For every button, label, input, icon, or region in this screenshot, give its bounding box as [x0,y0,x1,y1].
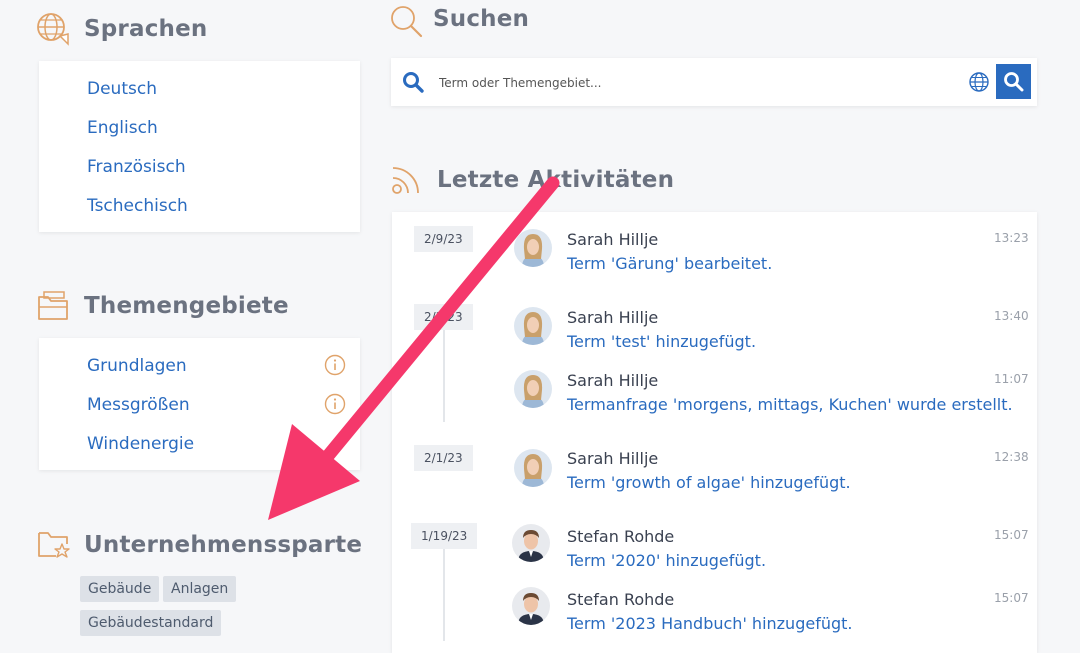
avatar[interactable] [514,229,552,267]
activities-card: 2/9/23 2/3/23 2/1/23 1/19/23 Sarah Hillj… [392,212,1037,653]
search-icon [391,6,423,38]
division-title: Unternehmenssparte [84,532,363,558]
topic-item-messgroessen[interactable]: Messgrößen [87,395,190,415]
activity-user: Sarah Hillje [567,230,659,249]
search-icon [1004,72,1024,92]
tag-gebaeude[interactable]: Gebäude [80,576,160,602]
topics-card: Grundlagen Messgrößen Windenergie [39,338,360,470]
activity-link[interactable]: Term 'growth of algae' hinzugefügt. [567,473,851,492]
language-item-deutsch[interactable]: Deutsch [87,79,157,99]
search-icon [403,72,424,93]
topic-item-grundlagen[interactable]: Grundlagen [87,356,187,376]
activities-title: Letzte Aktivitäten [437,167,675,193]
search-title: Suchen [433,6,530,32]
info-icon[interactable] [324,354,346,376]
avatar[interactable] [514,449,552,487]
languages-card: Deutsch Englisch Französisch Tschechisch [39,61,360,232]
globe-chat-icon [37,13,69,46]
timeline-line [443,549,445,641]
date-badge: 2/9/23 [414,226,473,252]
activity-link[interactable]: Term 'Gärung' bearbeitet. [567,254,772,273]
activity-user: Sarah Hillje [567,371,659,390]
activity-link[interactable]: Term '2020' hinzugefügt. [567,551,766,570]
avatar[interactable] [512,587,550,625]
avatar[interactable] [514,370,552,408]
rss-icon [392,167,419,194]
topic-item-windenergie[interactable]: Windenergie [87,434,194,454]
date-badge: 2/1/23 [414,445,473,471]
activity-link[interactable]: Term '2023 Handbuch' hinzugefügt. [567,614,852,633]
topics-title: Themengebiete [84,293,289,319]
activity-time: 15:07 [994,528,1029,542]
activity-user: Sarah Hillje [567,449,659,468]
timeline-line [443,330,445,422]
search-bar [391,58,1037,106]
folder-star-icon [38,532,70,558]
date-badge: 2/3/23 [414,304,473,330]
activity-time: 12:38 [994,450,1029,464]
activity-user: Stefan Rohde [567,527,675,546]
search-button[interactable] [996,64,1031,99]
activity-time: 13:40 [994,309,1029,323]
activity-link[interactable]: Term 'test' hinzugefügt. [567,332,756,351]
search-input[interactable] [437,70,941,96]
languages-title: Sprachen [84,16,208,42]
activity-time: 11:07 [994,372,1029,386]
avatar[interactable] [514,307,552,345]
folder-icon [38,291,68,320]
activity-user: Sarah Hillje [567,308,659,327]
info-icon[interactable] [324,393,346,415]
globe-icon[interactable] [968,71,990,93]
language-item-tschechisch[interactable]: Tschechisch [87,196,188,216]
language-item-franzoesisch[interactable]: Französisch [87,157,186,177]
tag-gebaeudestandard[interactable]: Gebäudestandard [80,610,222,636]
date-badge: 1/19/23 [411,523,478,549]
avatar[interactable] [512,524,550,562]
activity-link[interactable]: Termanfrage 'morgens, mittags, Kuchen' w… [567,395,1013,414]
language-item-englisch[interactable]: Englisch [87,118,158,138]
activity-user: Stefan Rohde [567,590,675,609]
activity-time: 13:23 [994,231,1029,245]
activity-time: 15:07 [994,591,1029,605]
tag-anlagen[interactable]: Anlagen [163,576,237,602]
